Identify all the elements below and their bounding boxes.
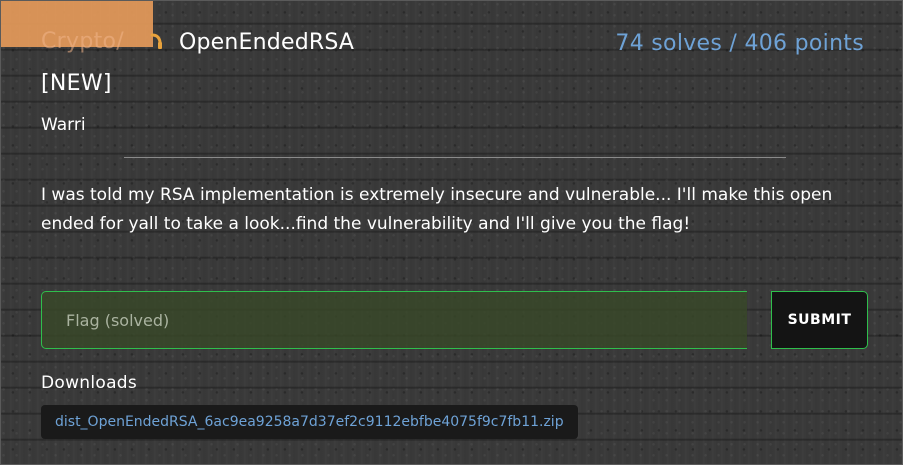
challenge-title: OpenEndedRSA: [179, 30, 355, 55]
flag-input[interactable]: [41, 291, 747, 349]
challenge-card: Crypto/ OpenEndedRSA 74 solves / 406 poi…: [0, 0, 903, 465]
new-tag: [NEW]: [41, 71, 112, 96]
lamp-icon: [150, 33, 162, 49]
challenge-author: Warri: [41, 115, 86, 135]
downloads-heading: Downloads: [41, 373, 138, 393]
challenge-category: Crypto/: [41, 29, 124, 54]
download-file-link[interactable]: dist_OpenEndedRSA_6ac9ea9258a7d37ef2c911…: [41, 405, 578, 439]
submit-button[interactable]: SUBMIT: [771, 291, 868, 349]
divider: [124, 157, 786, 158]
challenge-description: I was told my RSA implementation is extr…: [41, 185, 833, 234]
solves-points-label: 74 solves / 406 points: [615, 31, 864, 56]
